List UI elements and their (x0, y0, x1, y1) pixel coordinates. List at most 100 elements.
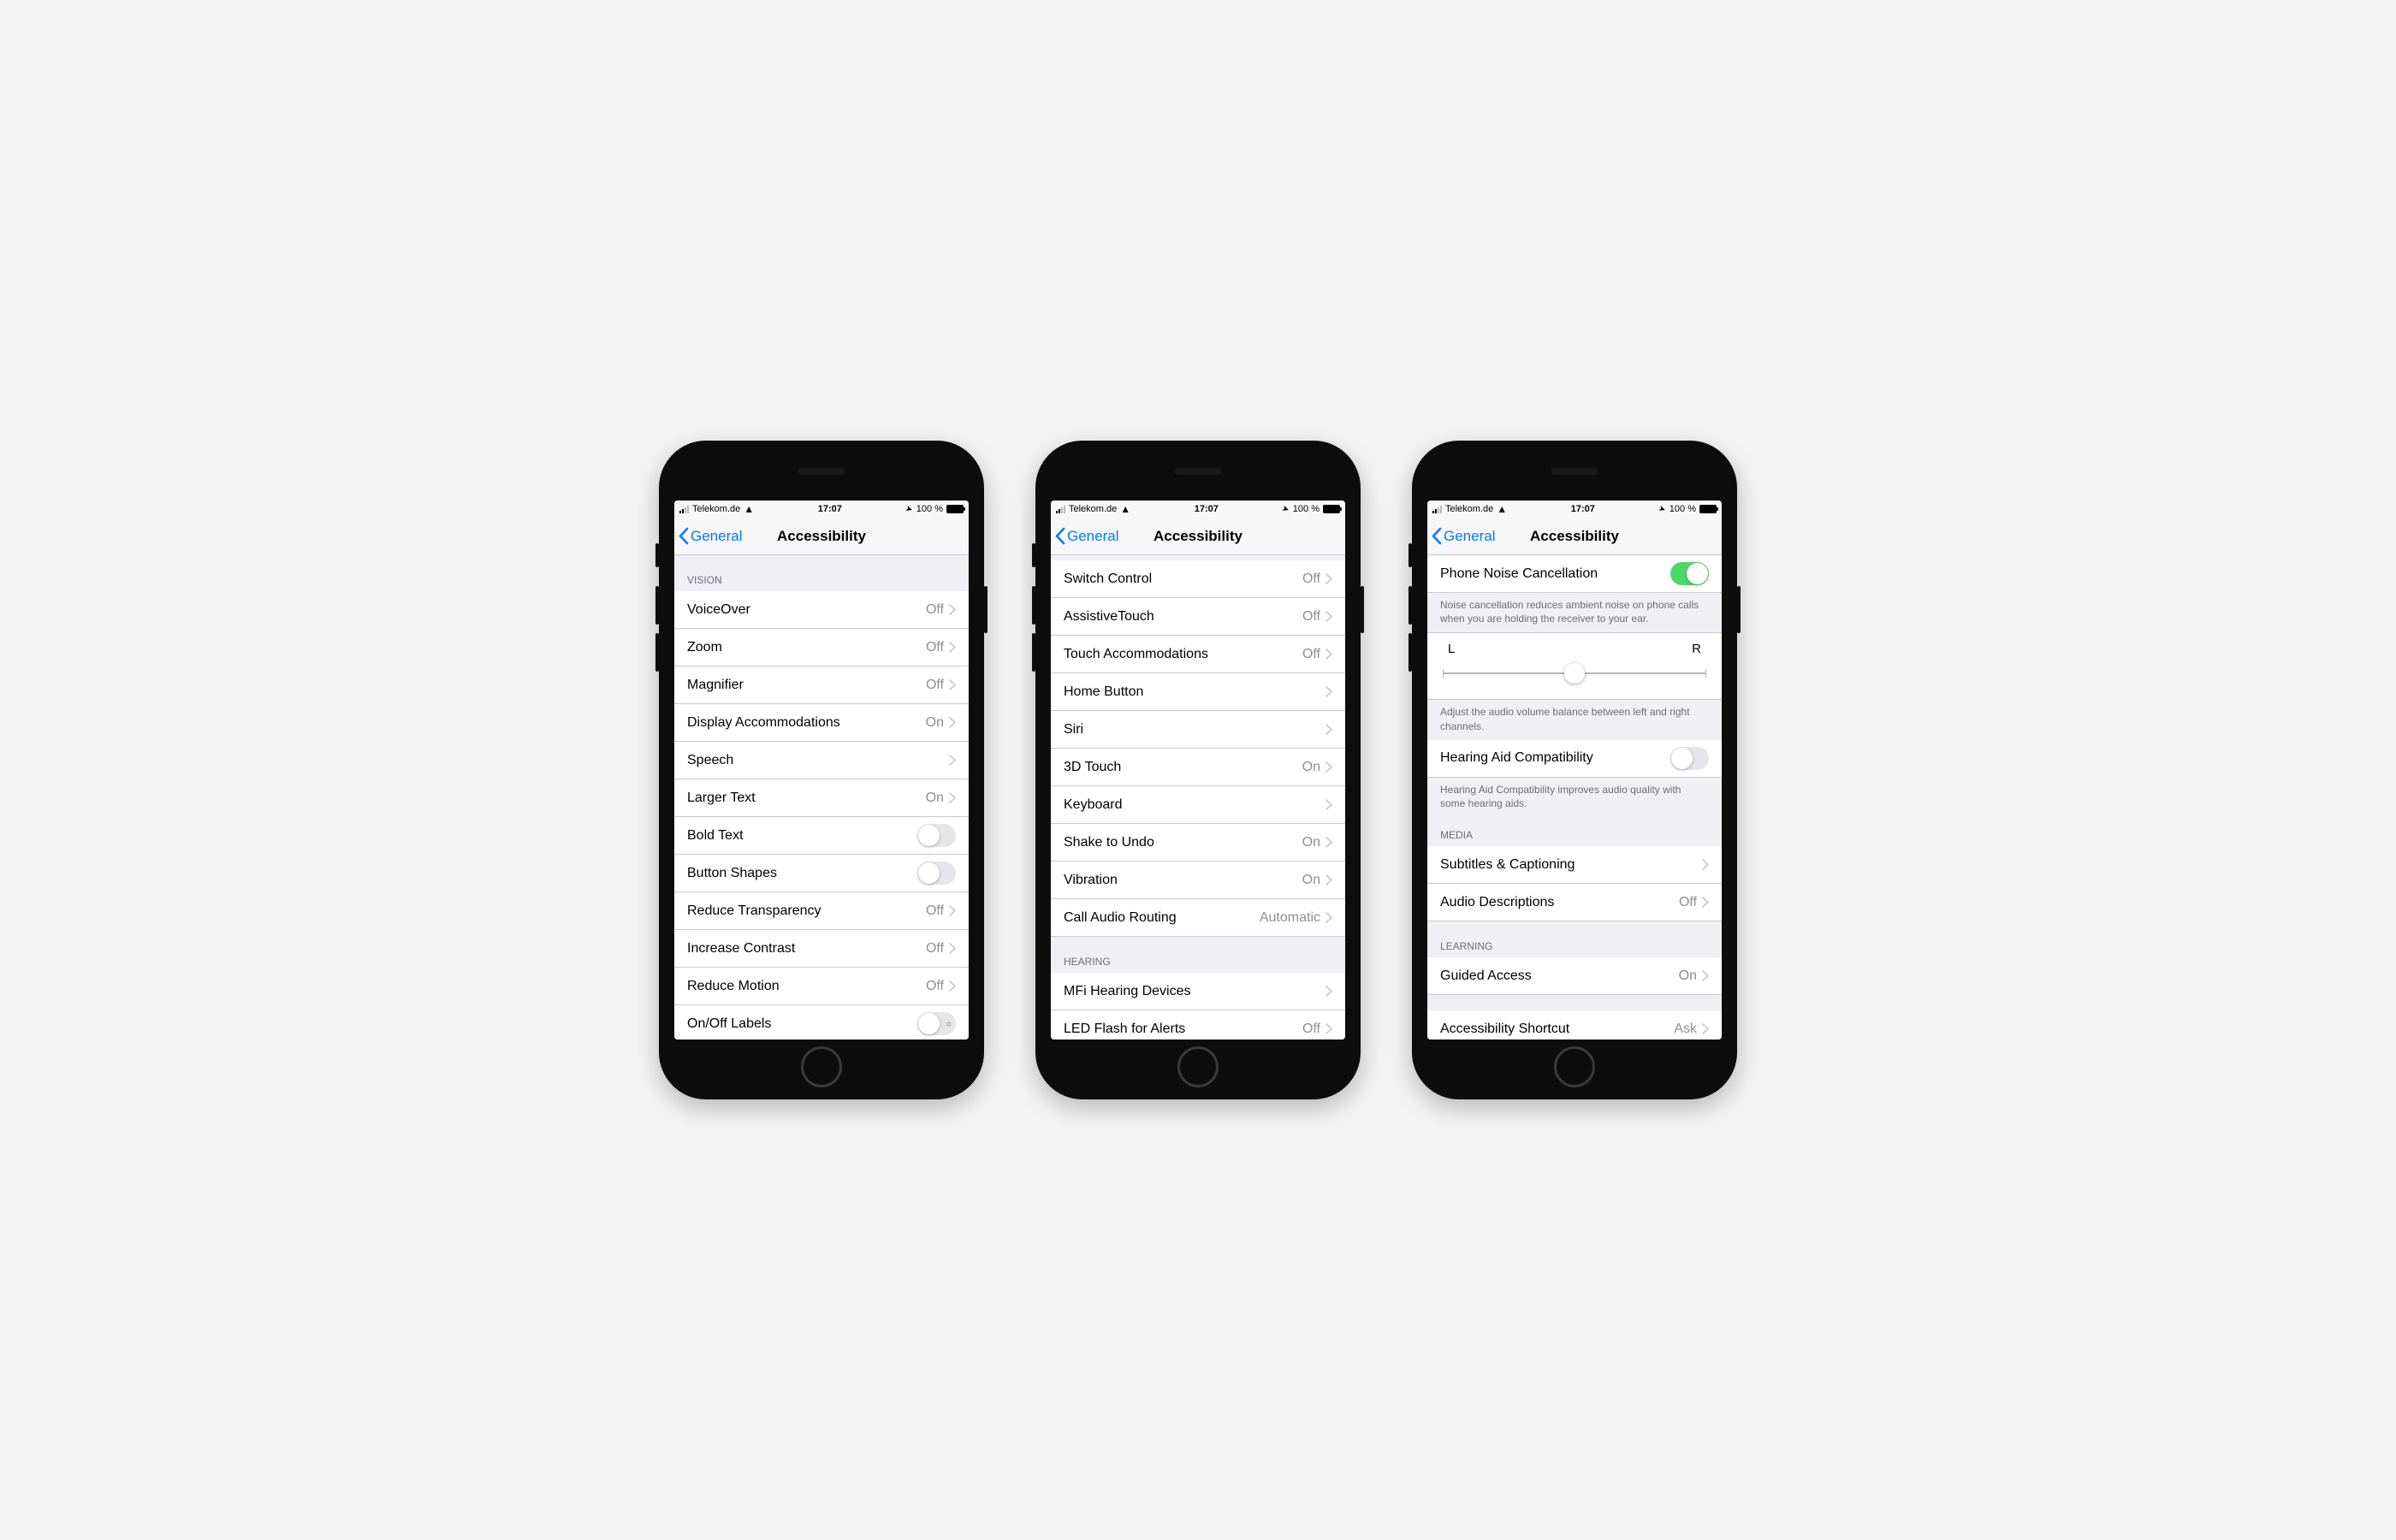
phone-mockup-2: Telekom.de ▲ 17:07 ➤ 100 % General Acces… (1035, 441, 1361, 1099)
back-button[interactable]: General (1051, 527, 1118, 545)
row-label: Home Button (1064, 684, 1326, 700)
row-label: Keyboard (1064, 797, 1326, 813)
slider-knob[interactable] (1564, 663, 1585, 684)
row-larger-text[interactable]: Larger Text On (674, 779, 969, 817)
section-header-vision: VISION (674, 555, 969, 591)
chevron-right-icon (1702, 1023, 1709, 1034)
toggle-noise-cancellation[interactable] (1670, 562, 1709, 585)
row-call-audio-routing[interactable]: Call Audio Routing Automatic (1051, 899, 1345, 937)
chevron-right-icon (1326, 686, 1332, 697)
back-label: General (1067, 528, 1118, 545)
row-label: Switch Control (1064, 572, 1302, 587)
screen-1: Telekom.de ▲ 17:07 ➤ 100 % General Acces… (674, 500, 969, 1040)
toggle-hearing-aid-compat[interactable] (1670, 747, 1709, 770)
signal-icon (1056, 506, 1065, 513)
row-touch-accommodations[interactable]: Touch Accommodations Off (1051, 636, 1345, 673)
chevron-right-icon (1326, 761, 1332, 773)
row-label: On/Off Labels (687, 1016, 917, 1032)
balance-slider[interactable] (1443, 663, 1706, 684)
row-value: Off (926, 941, 944, 957)
chevron-right-icon (1702, 859, 1709, 870)
row-value: Off (926, 903, 944, 919)
back-label: General (1444, 528, 1495, 545)
row-label: Display Accommodations (687, 715, 926, 731)
section-header-media: MEDIA (1427, 817, 1722, 846)
row-assistivetouch[interactable]: AssistiveTouch Off (1051, 598, 1345, 636)
battery-icon (946, 505, 964, 513)
row-accessibility-shortcut[interactable]: Accessibility Shortcut Ask (1427, 1010, 1722, 1040)
clock-label: 17:07 (1195, 504, 1219, 514)
chevron-right-icon (949, 604, 956, 615)
section-header-hearing: HEARING (1051, 937, 1345, 973)
row-zoom[interactable]: Zoom Off (674, 629, 969, 666)
wifi-icon: ▲ (1497, 503, 1507, 515)
chevron-right-icon (949, 755, 956, 766)
row-speech[interactable]: Speech (674, 742, 969, 779)
back-button[interactable]: General (674, 527, 742, 545)
row-vibration[interactable]: Vibration On (1051, 862, 1345, 899)
row-increase-contrast[interactable]: Increase Contrast Off (674, 930, 969, 968)
home-button[interactable] (1177, 1046, 1219, 1087)
row-value: Off (926, 640, 944, 655)
row-voiceover[interactable]: VoiceOver Off (674, 591, 969, 629)
toggle-onoff-labels[interactable] (917, 1012, 956, 1035)
row-keyboard[interactable]: Keyboard (1051, 786, 1345, 824)
toggle-bold-text[interactable] (917, 824, 956, 847)
row-subtitles[interactable]: Subtitles & Captioning (1427, 846, 1722, 884)
row-magnifier[interactable]: Magnifier Off (674, 666, 969, 704)
row-guided-access[interactable]: Guided Access On (1427, 957, 1722, 995)
row-label: Phone Noise Cancellation (1440, 566, 1670, 582)
row-bold-text[interactable]: Bold Text (674, 817, 969, 855)
row-switch-control[interactable]: Switch Control Off (1051, 560, 1345, 598)
settings-list[interactable]: VISION VoiceOver Off Zoom Off Magnifier … (674, 555, 969, 1040)
row-onoff-labels[interactable]: On/Off Labels (674, 1005, 969, 1040)
row-audio-descriptions[interactable]: Audio Descriptions Off (1427, 884, 1722, 921)
row-led-flash[interactable]: LED Flash for Alerts Off (1051, 1010, 1345, 1040)
row-label: MFi Hearing Devices (1064, 984, 1326, 999)
chevron-right-icon (949, 943, 956, 954)
chevron-right-icon (949, 905, 956, 916)
row-mfi-hearing[interactable]: MFi Hearing Devices (1051, 973, 1345, 1010)
settings-list[interactable]: Switch Control Off AssistiveTouch Off To… (1051, 555, 1345, 1040)
row-shake-to-undo[interactable]: Shake to Undo On (1051, 824, 1345, 862)
back-label: General (691, 528, 742, 545)
chevron-right-icon (1326, 986, 1332, 997)
chevron-right-icon (1326, 724, 1332, 735)
row-hearing-aid-compat[interactable]: Hearing Aid Compatibility (1427, 740, 1722, 778)
row-display-accommodations[interactable]: Display Accommodations On (674, 704, 969, 742)
row-label: Audio Descriptions (1440, 895, 1679, 910)
chevron-right-icon (1326, 649, 1332, 660)
row-home-button[interactable]: Home Button (1051, 673, 1345, 711)
clock-label: 17:07 (1571, 504, 1595, 514)
battery-pct-label: 100 % (1669, 504, 1696, 514)
chevron-right-icon (1326, 837, 1332, 848)
audio-balance-cell: L R (1427, 632, 1722, 700)
home-button[interactable] (801, 1046, 842, 1087)
battery-icon (1323, 505, 1340, 513)
row-label: Increase Contrast (687, 941, 926, 957)
row-3d-touch[interactable]: 3D Touch On (1051, 749, 1345, 786)
row-siri[interactable]: Siri (1051, 711, 1345, 749)
toggle-button-shapes[interactable] (917, 862, 956, 885)
row-label: Guided Access (1440, 968, 1679, 984)
row-reduce-motion[interactable]: Reduce Motion Off (674, 968, 969, 1005)
home-button[interactable] (1554, 1046, 1595, 1087)
row-phone-noise-cancellation[interactable]: Phone Noise Cancellation (1427, 555, 1722, 593)
chevron-right-icon (949, 717, 956, 728)
row-value: Automatic (1260, 910, 1320, 926)
row-reduce-transparency[interactable]: Reduce Transparency Off (674, 892, 969, 930)
row-value: Off (1302, 647, 1320, 662)
row-label: Magnifier (687, 678, 926, 693)
row-label: Siri (1064, 722, 1326, 737)
row-button-shapes[interactable]: Button Shapes (674, 855, 969, 892)
section-header-learning: LEARNING (1427, 921, 1722, 957)
chevron-right-icon (949, 679, 956, 690)
navigation-bar: General Accessibility (1427, 518, 1722, 555)
row-label: LED Flash for Alerts (1064, 1022, 1302, 1037)
settings-list[interactable]: Phone Noise Cancellation Noise cancellat… (1427, 555, 1722, 1040)
row-label: Zoom (687, 640, 926, 655)
chevron-right-icon (1326, 912, 1332, 923)
back-button[interactable]: General (1427, 527, 1495, 545)
screen-3: Telekom.de ▲ 17:07 ➤ 100 % General Acces… (1427, 500, 1722, 1040)
signal-icon (1432, 506, 1442, 513)
